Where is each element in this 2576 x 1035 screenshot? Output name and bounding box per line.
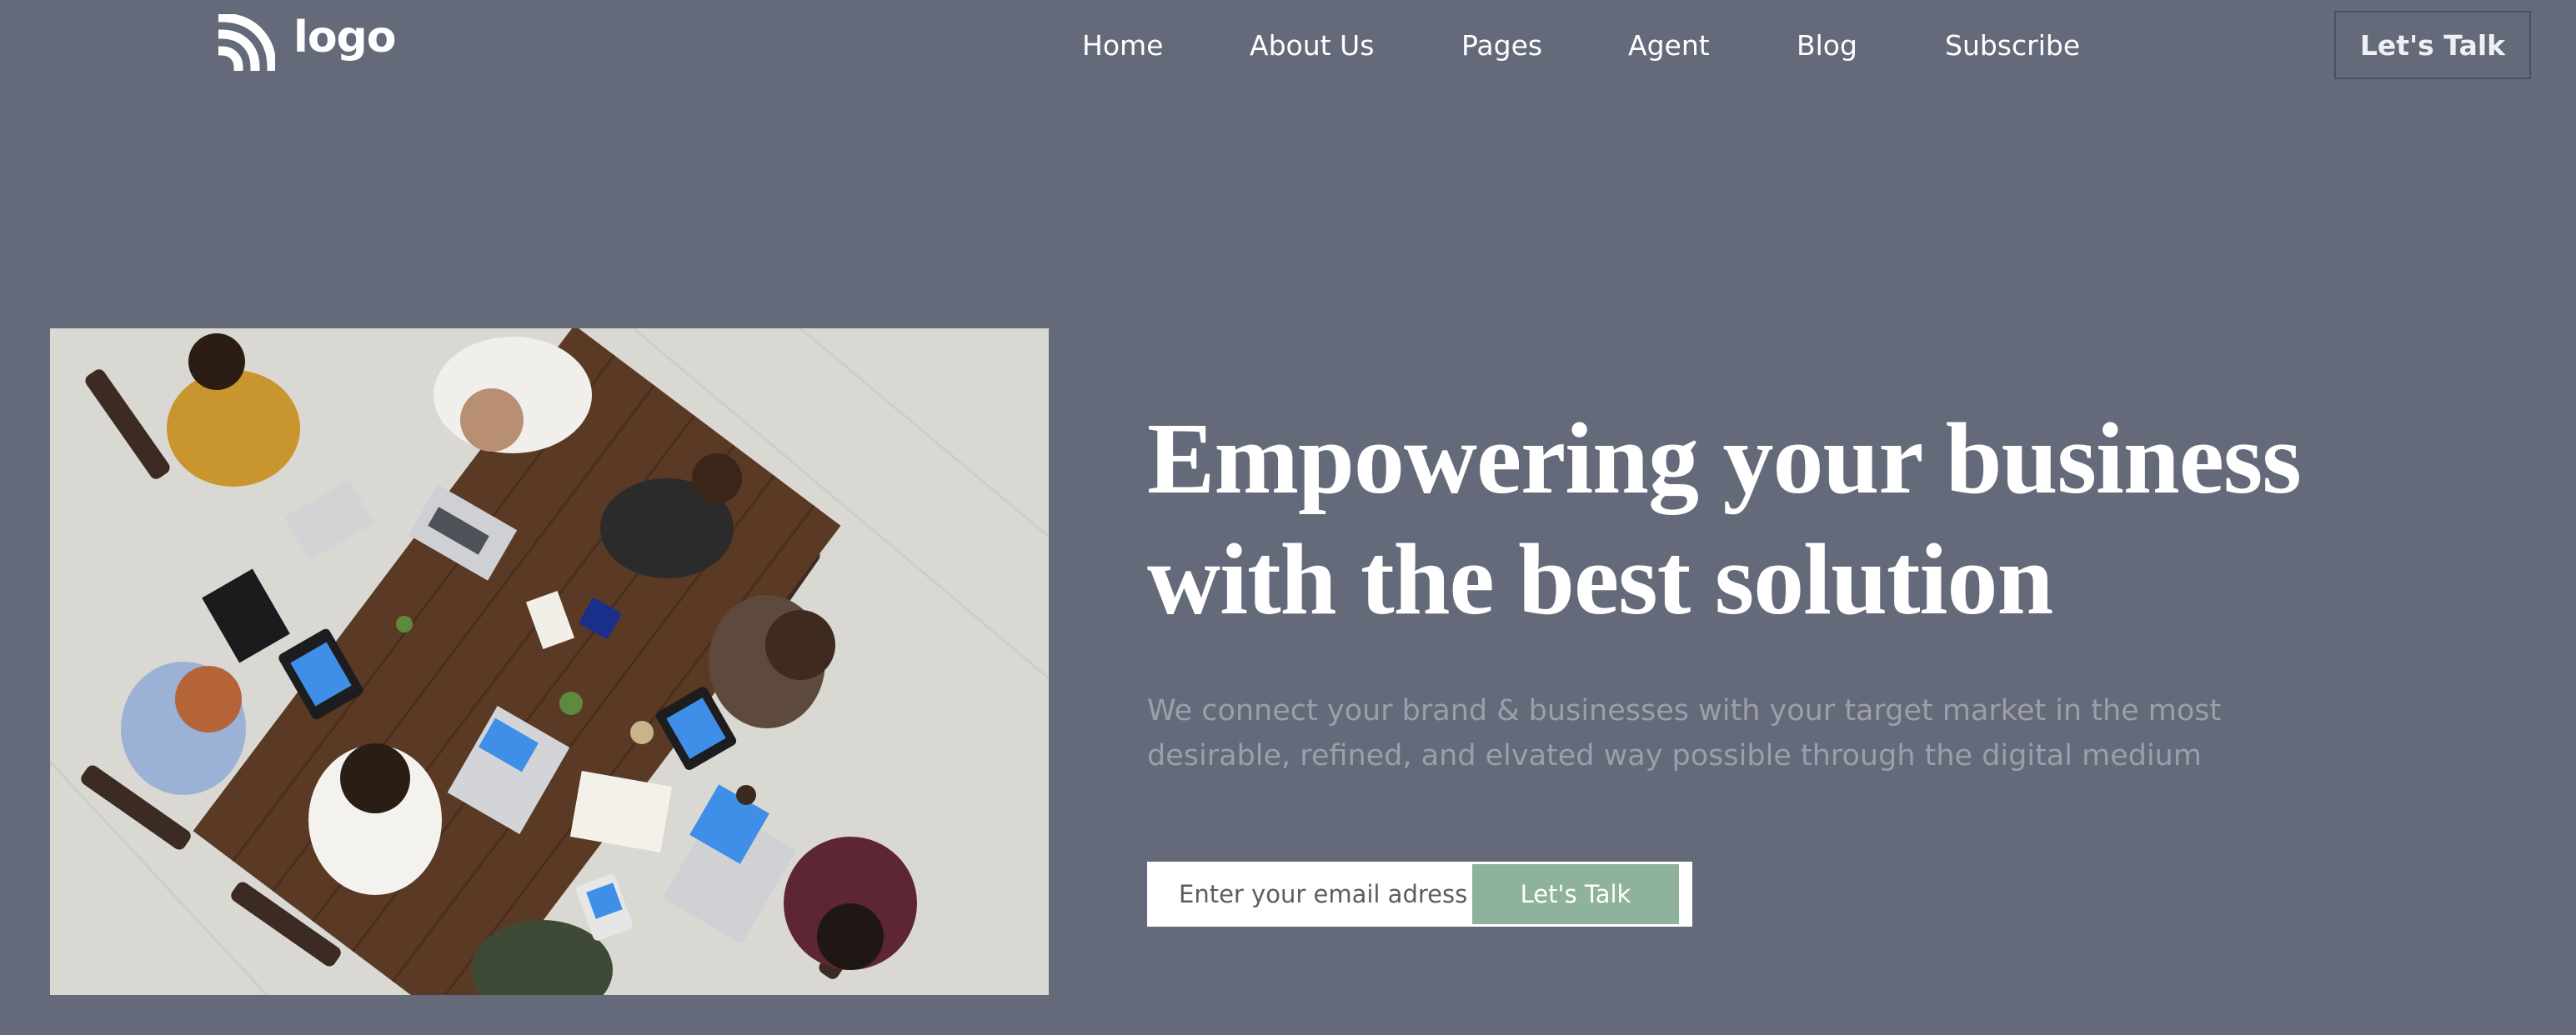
hero-subtext-line-1: We connect your brand & businesses with …	[1147, 694, 2222, 728]
nav-about-us[interactable]: About Us	[1250, 25, 1374, 67]
nav-agent[interactable]: Agent	[1628, 25, 1710, 67]
nav-blog[interactable]: Blog	[1797, 25, 1857, 67]
email-input[interactable]	[1147, 862, 1472, 927]
nav-subscribe[interactable]: Subscribe	[1945, 25, 2080, 67]
subscribe-lets-talk-button[interactable]: Let's Talk	[1472, 864, 1679, 924]
hero-subtext-line-2: desirable, refined, and elvated way poss…	[1147, 739, 2202, 772]
hero-headline-line-1: Empowering your business	[1147, 402, 2302, 515]
hero-headline-line-2: with the best solution	[1147, 523, 2053, 636]
lets-talk-button[interactable]: Let's Talk	[2334, 11, 2531, 79]
team-meeting-illustration	[50, 328, 1049, 995]
main-nav: Home About Us Pages Agent Blog Subscribe	[0, 25, 2576, 67]
hero-headline: Empowering your business with the best s…	[1147, 398, 2481, 640]
hero-subtext: We connect your brand & businesses with …	[1147, 688, 2356, 778]
nav-home[interactable]: Home	[1082, 25, 1163, 67]
hero-image	[50, 328, 1049, 995]
email-subscribe-form: Let's Talk	[1147, 862, 1692, 927]
nav-pages[interactable]: Pages	[1461, 25, 1542, 67]
